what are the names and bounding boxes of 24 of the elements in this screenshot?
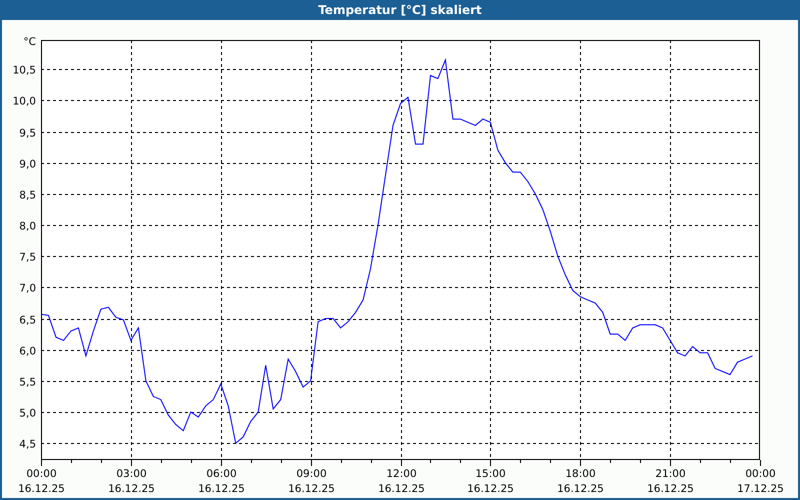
axis-label: 03:00 16.12.25 <box>108 468 155 495</box>
axis-label: 00:00 16.12.25 <box>18 468 65 495</box>
axis-label: 21:00 16.12.25 <box>647 468 694 495</box>
axis-label: 10,0 <box>12 96 36 108</box>
unit-label: °C <box>23 36 36 48</box>
axis-label: 10,5 <box>12 64 36 76</box>
axis-label: 8,0 <box>19 220 36 232</box>
axis-label: 09:00 16.12.25 <box>288 468 335 495</box>
axis-label: 12:00 16.12.25 <box>378 468 425 495</box>
axis-label: 8,5 <box>19 190 36 202</box>
axis-label: 5,0 <box>19 408 36 420</box>
axis-label: 9,5 <box>19 128 36 140</box>
axis-label: 5,5 <box>19 376 36 388</box>
axis-label: 06:00 16.12.25 <box>198 468 245 495</box>
window-title: Temperatur [°C] skaliert <box>318 3 482 17</box>
axis-label: 7,5 <box>19 252 36 264</box>
axis-label: 18:00 16.12.25 <box>557 468 604 495</box>
axis-label: 4,5 <box>19 438 36 450</box>
axis-label: 15:00 16.12.25 <box>467 468 514 495</box>
axis-label: 7,0 <box>19 282 36 294</box>
axis-label: 9,0 <box>19 158 36 170</box>
axis-label: 6,5 <box>19 314 36 326</box>
axis-label: 6,0 <box>19 346 36 358</box>
axis-label: 00:00 17.12.25 <box>737 468 784 495</box>
